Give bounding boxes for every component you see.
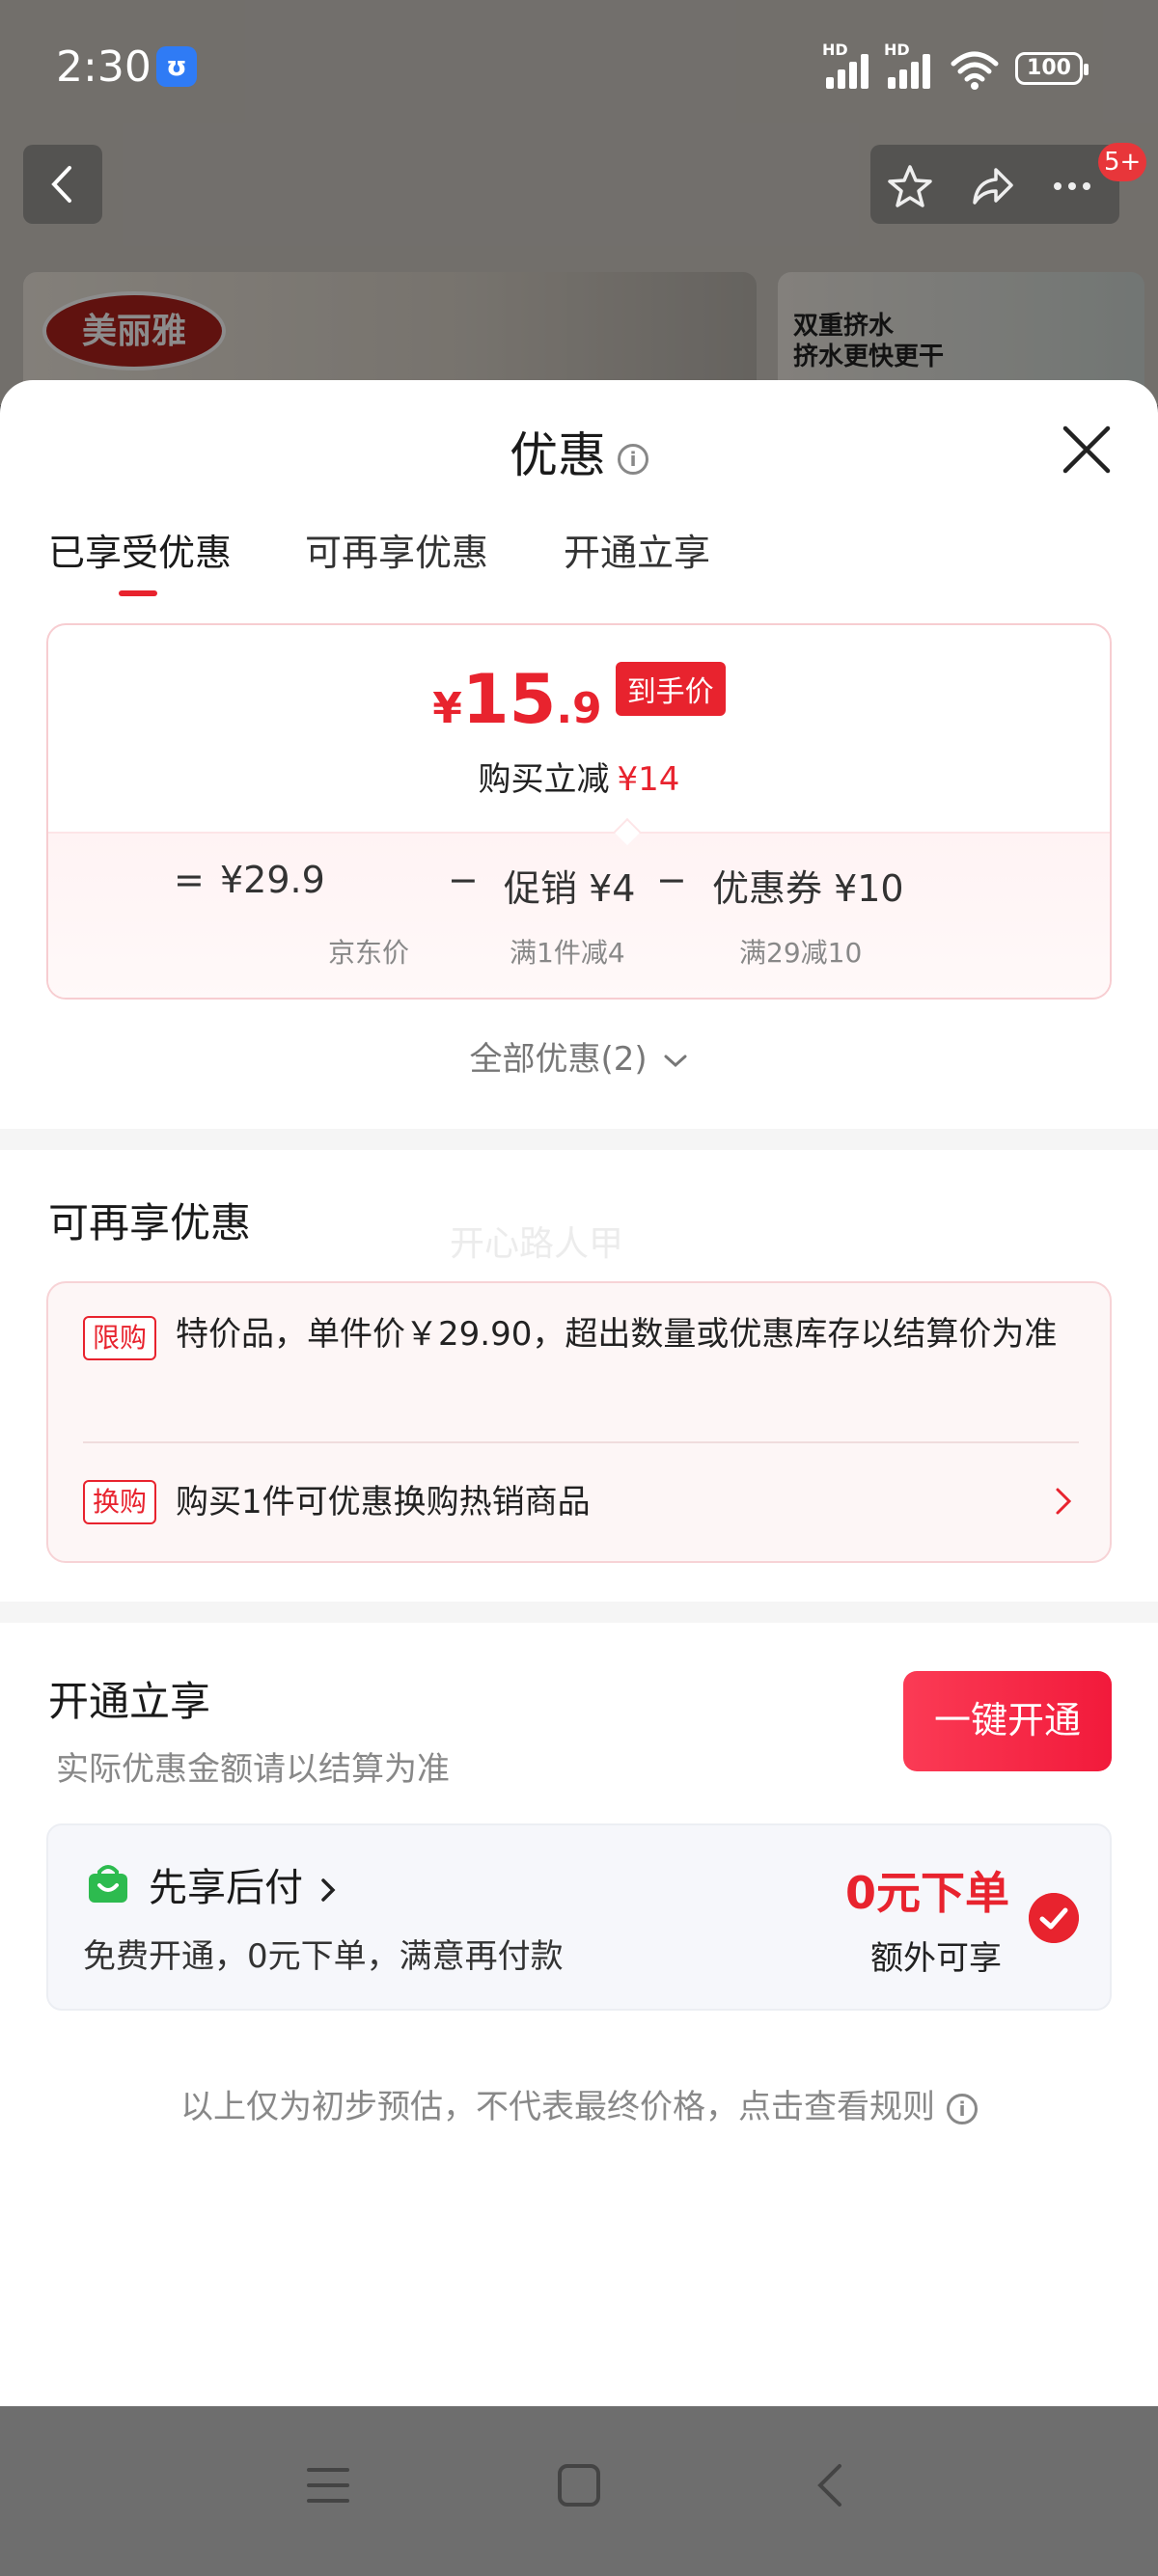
app-notification-icon: ʊ <box>156 46 197 87</box>
watermark: 开心路人甲 <box>450 1224 624 1264</box>
pay-extra-label: 额外可享 <box>870 1939 1002 1978</box>
info-icon: i <box>947 2093 978 2124</box>
home-icon[interactable] <box>556 2462 602 2508</box>
banner-text-line2: 挤水更快更干 <box>793 343 945 371</box>
coupon-label: 满29减10 <box>739 937 863 969</box>
offer-tag-exchange: 换购 <box>83 1480 156 1524</box>
wifi-icon <box>951 51 999 90</box>
more-section-title: 可再享优惠 <box>48 1199 252 1247</box>
tab-more[interactable]: 可再享优惠 <box>305 523 488 576</box>
sheet-title: 优惠 i <box>0 417 1158 486</box>
battery-icon: 100 <box>1015 52 1089 85</box>
rules-note[interactable]: 以上仅为初步预估，不代表最终价格，点击查看规则 i <box>0 2080 1158 2127</box>
offer-tag-limit: 限购 <box>83 1316 156 1360</box>
nav-actions <box>870 145 1119 224</box>
chevron-right-icon <box>1056 1488 1072 1515</box>
shopping-bag-icon <box>89 1865 127 1903</box>
status-time: 2:30 <box>56 42 152 92</box>
back-icon[interactable] <box>809 2462 855 2508</box>
back-button[interactable] <box>23 145 102 224</box>
system-nav-bar <box>0 2406 1158 2576</box>
tab-enjoyed[interactable]: 已享受优惠 <box>48 523 232 576</box>
chevron-left-icon <box>51 166 71 203</box>
open-section-title: 开通立享 <box>48 1678 211 1725</box>
chevron-right-icon <box>320 1878 336 1902</box>
all-offers-toggle[interactable]: 全部优惠(2) <box>0 1032 1158 1080</box>
check-circle-icon[interactable] <box>1029 1893 1079 1943</box>
tab-open[interactable]: 开通立享 <box>564 523 710 576</box>
more-icon[interactable] <box>1048 162 1096 210</box>
pay-later-name[interactable]: 先享后付 <box>149 1856 337 1912</box>
banner-text-line1: 双重挤水 <box>793 312 895 341</box>
chevron-down-icon <box>664 1055 687 1067</box>
pay-later-desc: 免费开通，0元下单，满意再付款 <box>83 1937 564 1976</box>
signal-icon: HD <box>822 41 880 89</box>
jd-price: ¥29.9 <box>220 859 325 901</box>
price-breakdown: = ¥29.9 − 促销 ¥4 − 优惠券 ¥10 <box>174 859 904 910</box>
star-icon[interactable] <box>886 162 934 210</box>
status-bar: 2:30 ʊ HD HD 100 <box>0 0 1158 135</box>
reduce-line: 购买立减 ¥14 <box>478 760 680 799</box>
final-price: ¥15.9 到手价 <box>48 660 1110 739</box>
open-section-subtitle: 实际优惠金额请以结算为准 <box>56 1750 450 1789</box>
more-offers-box: 限购 特价品，单件价￥29.90，超出数量或优惠库存以结算价为准 换购 购买1件… <box>46 1281 1112 1563</box>
pay-zero-label: 0元下单 <box>845 1867 1010 1919</box>
discount-sheet: 优惠 i 已享受优惠 可再享优惠 开通立享 ¥15.9 到手价 购买立减 ¥14 = … <box>0 380 1158 2406</box>
promo-amount: 促销 ¥4 <box>504 867 636 910</box>
section-divider <box>0 1129 1158 1150</box>
tab-underline <box>119 590 157 596</box>
brand-logo: 美丽雅 <box>42 291 226 370</box>
menu-icon[interactable] <box>305 2462 351 2508</box>
offer-text-exchange: 购买1件可优惠换购热销商品 <box>176 1483 591 1521</box>
info-icon[interactable]: i <box>618 443 648 475</box>
one-click-open-button[interactable]: 一键开通 <box>903 1671 1112 1771</box>
offer-text-limit: 特价品，单件价￥29.90，超出数量或优惠库存以结算价为准 <box>176 1315 1058 1354</box>
share-icon[interactable] <box>967 162 1015 210</box>
signal-icon-2: HD <box>884 41 942 89</box>
promo-label: 满1件减4 <box>510 937 625 969</box>
product-top-nav <box>0 140 1158 227</box>
price-card: ¥15.9 到手价 购买立减 ¥14 = ¥29.9 − 促销 ¥4 − 优惠券 ¥… <box>46 623 1112 1000</box>
message-badge: 5+ <box>1098 143 1147 181</box>
coupon-amount: 优惠券 ¥10 <box>712 867 904 910</box>
pay-later-card[interactable]: 先享后付 免费开通，0元下单，满意再付款 0元下单 额外可享 <box>46 1823 1112 2011</box>
section-divider <box>0 1602 1158 1623</box>
price-tag-badge: 到手价 <box>615 662 726 716</box>
jd-price-label: 京东价 <box>328 937 410 969</box>
close-icon[interactable] <box>1058 421 1116 479</box>
